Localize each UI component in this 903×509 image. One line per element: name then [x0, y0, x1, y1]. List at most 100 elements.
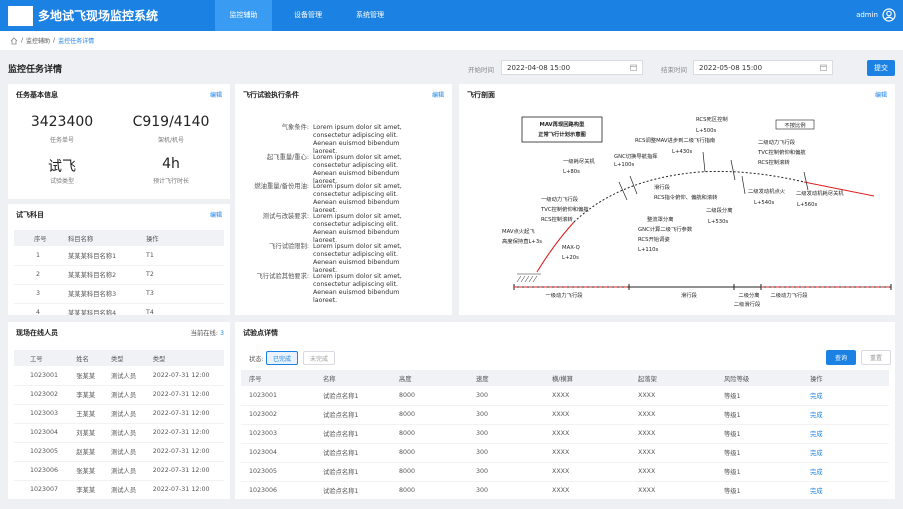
nav-system[interactable]: 系统管理: [340, 0, 400, 31]
svg-text:L+100s: L+100s: [614, 162, 634, 168]
table-row[interactable]: 1023003 试验点名称1 8000 300 XXXX XXXX 等级1 完成: [241, 424, 889, 444]
online-staff-title: 现场在线人员: [16, 329, 58, 337]
svg-text:RCS指令俯仰、偏航和滚转: RCS指令俯仰、偏航和滚转: [654, 193, 718, 201]
col-index: 序号: [14, 230, 62, 246]
app-title: 多地试飞现场监控系统: [38, 9, 159, 23]
basic-info-edit-link[interactable]: 编辑: [210, 90, 222, 99]
table-row[interactable]: 1023006 试验点名称1 8000 300 XXXX XXXX 等级1 完成: [241, 481, 889, 499]
end-time-value: 2022-05-08 15:00: [699, 63, 763, 72]
svg-text:RCS控制滚转: RCS控制滚转: [758, 158, 790, 166]
start-time-input[interactable]: 2022-04-08 15:00: [501, 60, 643, 75]
basic-info-title: 任务基本信息: [16, 91, 58, 99]
svg-text:TVC控制俯仰和偏航: TVC控制俯仰和偏航: [757, 148, 806, 156]
plane-number-label: 架机/机号: [157, 137, 185, 144]
test-type-label: 试验类型: [49, 178, 74, 185]
table-row[interactable]: 1023007 李某某 测试人员 2022-07-31 12:00: [14, 480, 224, 499]
end-time-input[interactable]: 2022-05-08 15:00: [693, 60, 833, 75]
svg-text:GNC切换导航指挥: GNC切换导航指挥: [614, 152, 658, 160]
test-points-table: 序号 名称 高度 速度 横/横算 起落架 风险等级 操作 1023001 试验点名称1 8000 3…: [241, 370, 889, 499]
table-row[interactable]: 1023004 试验点名称1 8000 300 XXXX XXXX 等级1 完成: [241, 443, 889, 463]
top-bar: 多地试飞现场监控系统 监控辅助 设备管理 系统管理 admin: [0, 0, 903, 31]
svg-text:L+430s: L+430s: [672, 149, 692, 155]
svg-text:滑行段: 滑行段: [654, 183, 671, 191]
conditions-title: 飞行试验执行条件: [243, 91, 299, 99]
table-row[interactable]: 1023006 张某某 测试人员 2022-07-31 12:00: [14, 461, 224, 481]
table-row[interactable]: 3 某某某科目名称3 T3: [14, 284, 224, 304]
reset-button[interactable]: 重置: [861, 350, 891, 365]
svg-text:RCS调整MAV进步到二级飞行指南: RCS调整MAV进步到二级飞行指南: [635, 136, 715, 144]
subjects-table: 序号 科目名称 操作 1 某某某科目名称1 T1 2 某某某科目名称2 T2 3 某某某科目名…: [14, 230, 224, 315]
svg-text:L+530s: L+530s: [708, 219, 728, 225]
subjects-title: 试飞科目: [16, 211, 44, 219]
svg-text:GNC计算二级飞行参数: GNC计算二级飞行参数: [638, 225, 693, 233]
submit-button[interactable]: 提交: [867, 60, 895, 76]
table-row[interactable]: 4 某某某科目名称4 T4: [14, 303, 224, 315]
breadcrumb: / 监控辅助 / 监控任务详情: [0, 31, 903, 50]
online-count: 当前在线: 3: [190, 330, 224, 337]
svg-text:二级动力飞行段: 二级动力飞行段: [758, 138, 796, 146]
table-row[interactable]: 1023005 赵某某 测试人员 2022-07-31 12:00: [14, 442, 224, 462]
condition-row: 气象条件: Lorem ipsum dolor sit amet, consect…: [281, 124, 402, 155]
svg-text:L+80s: L+80s: [563, 169, 580, 175]
online-staff-card: 现场在线人员 当前在线: 3 工号 姓名 类型 类型 1023001 张某某 测试人员 20…: [8, 322, 230, 499]
svg-text:L+20s: L+20s: [562, 255, 579, 261]
home-icon[interactable]: [10, 36, 18, 45]
table-row[interactable]: 1023001 试验点名称1 8000 300 XXXX XXXX 等级1 完成: [241, 386, 889, 406]
task-number: 3423400: [30, 114, 94, 130]
page-title: 监控任务详情: [8, 65, 63, 75]
svg-text:RCS死区控制: RCS死区控制: [696, 115, 728, 123]
svg-text:二级动力飞行段: 二级动力飞行段: [770, 291, 808, 299]
condition-row: 起飞重量/重心: Lorem ipsum dolor sit amet, cons…: [266, 154, 402, 185]
svg-text:正常飞行计划示意图: 正常飞行计划示意图: [538, 130, 586, 138]
flight-profile-diagram: MAV再现回路构型 正常飞行计划示意图 不按比例 RCS死区控制 L+500s …: [502, 115, 892, 308]
table-row[interactable]: 1023002 试验点名称1 8000 300 XXXX XXXX 等级1 完成: [241, 405, 889, 425]
plane-number: C919/4140: [132, 114, 210, 130]
svg-text:L+110s: L+110s: [638, 247, 658, 253]
svg-text:L+500s: L+500s: [696, 128, 716, 134]
svg-text:MAX-Q: MAX-Q: [562, 245, 580, 251]
nav-monitor[interactable]: 监控辅助: [215, 0, 272, 31]
complete-link[interactable]: 完成: [804, 424, 889, 444]
col-subject-name: 科目名称: [62, 230, 140, 246]
complete-link[interactable]: 完成: [804, 443, 889, 463]
start-time-value: 2022-04-08 15:00: [507, 63, 571, 72]
flight-duration-label: 预计飞行时长: [152, 178, 189, 185]
breadcrumb-monitor[interactable]: 监控辅助: [26, 36, 50, 45]
nav-device[interactable]: 设备管理: [278, 0, 338, 31]
task-number-label: 任务单号: [49, 137, 74, 144]
calendar-icon: [820, 64, 827, 71]
condition-row: 燃油重量/备份用油: Lorem ipsum dolor sit amet, co…: [254, 183, 402, 214]
svg-text:二级段分离: 二级段分离: [706, 206, 733, 214]
subjects-edit-link[interactable]: 编辑: [210, 210, 222, 219]
col-action: 操作: [140, 230, 224, 246]
table-row[interactable]: 1023004 刘某某 测试人员 2022-07-31 12:00: [14, 423, 224, 443]
table-row[interactable]: 1023003 王某某 测试人员 2022-07-31 12:00: [14, 404, 224, 424]
filter-done-button[interactable]: 已完成: [266, 351, 298, 365]
user-menu[interactable]: admin: [856, 8, 896, 22]
svg-text:一级耗尽关机: 一级耗尽关机: [563, 157, 595, 165]
test-points-card: 试验点详情 状态: 已完成 未完成 查询 重置 序号 名称 高度 速度 横/横算 起落架风…: [235, 322, 895, 499]
svg-text:二级滑行段: 二级滑行段: [734, 300, 761, 308]
complete-link[interactable]: 完成: [804, 462, 889, 482]
table-row[interactable]: 1 某某某科目名称1 T1: [14, 246, 224, 266]
complete-link[interactable]: 完成: [804, 405, 889, 425]
query-button[interactable]: 查询: [826, 350, 856, 365]
online-staff-table: 工号 姓名 类型 类型 1023001 张某某 测试人员 2022-07-31 12:00 …: [14, 350, 224, 499]
table-row[interactable]: 2 某某某科目名称2 T2: [14, 265, 224, 285]
condition-row: 测试与改装要求: Lorem ipsum dolor sit amet, cons…: [262, 213, 402, 244]
username: admin: [856, 11, 878, 19]
svg-text:MAV点火起飞: MAV点火起飞: [502, 228, 535, 235]
table-row[interactable]: 1023002 李某某 测试人员 2022-07-31 12:00: [14, 385, 224, 405]
basic-info-card: 任务基本信息 编辑 3423400 任务单号 C919/4140 架机/机号 试…: [8, 84, 230, 199]
logo: [8, 6, 33, 26]
svg-text:二级发动机点火: 二级发动机点火: [748, 187, 786, 195]
conditions-edit-link[interactable]: 编辑: [432, 90, 444, 99]
filter-undone-button[interactable]: 未完成: [303, 351, 335, 365]
breadcrumb-current: 监控任务详情: [58, 38, 95, 45]
table-row[interactable]: 1023005 试验点名称1 8000 300 XXXX XXXX 等级1 完成: [241, 462, 889, 482]
svg-text:L+540s: L+540s: [754, 200, 774, 206]
complete-link[interactable]: 完成: [804, 386, 889, 406]
complete-link[interactable]: 完成: [804, 481, 889, 499]
table-row[interactable]: 1023001 张某某 测试人员 2022-07-31 12:00: [14, 366, 224, 386]
svg-text:RCS开始调姿: RCS开始调姿: [638, 235, 670, 243]
